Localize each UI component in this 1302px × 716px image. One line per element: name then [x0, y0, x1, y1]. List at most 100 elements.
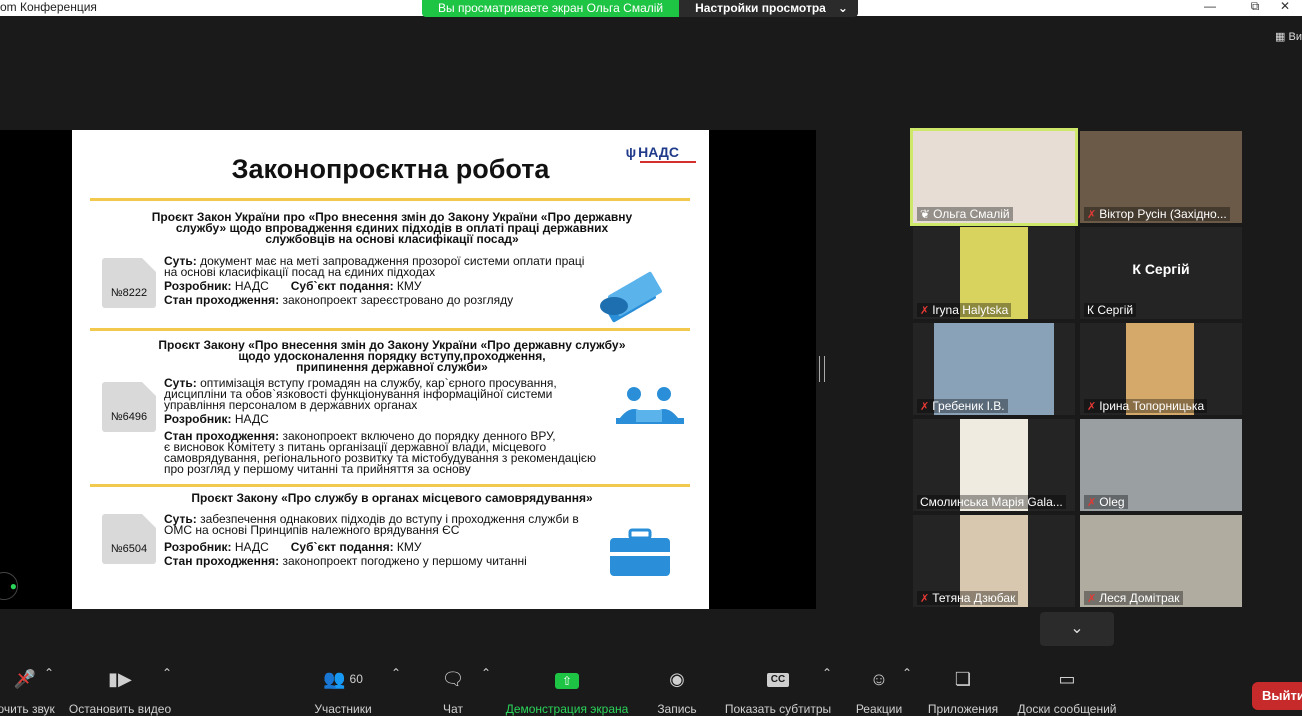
chat-label: Чат [443, 702, 463, 716]
status-text: законопроект зареєстровано до розгляду [282, 293, 514, 307]
participants-count: 60 [349, 672, 363, 686]
status-label: Стан проходження: [164, 293, 280, 307]
subject-label: Суб`єкт подання: [290, 540, 394, 554]
essence-text: управління персоналом в державних органа… [164, 398, 418, 412]
grid-icon: ▦ [1275, 31, 1286, 43]
participant-tile[interactable]: ✗ Oleg [1080, 419, 1242, 511]
video-options-chevron-icon[interactable]: ⌃ [162, 666, 172, 680]
participant-tile[interactable]: ✗ Iryna Halytska [913, 227, 1075, 319]
bill-number: №6504 [110, 543, 148, 555]
share-label: Демонстрация экрана [505, 702, 629, 716]
gallery-next-button[interactable]: ⌄ [1040, 612, 1114, 646]
participant-name-text: Тетяна Дзюбак [932, 591, 1016, 605]
project-details: Суть: забезпечення однакових підходів до… [164, 513, 669, 568]
briefcase-icon [610, 528, 670, 576]
project-details: Суть: документ має на меті запровадження… [164, 255, 584, 307]
participant-name: ✗ Леся Домітрак [1084, 591, 1183, 605]
developer-label: Розробник: [164, 540, 232, 554]
chevron-down-icon: ⌄ [1070, 620, 1084, 637]
chevron-down-icon: ⌄ [837, 1, 848, 15]
status-text: законопроект погоджено у першому читанні [282, 554, 527, 568]
chat-button[interactable]: 🗨 Чат [433, 666, 473, 716]
developer-value: НАДС [234, 540, 269, 554]
viewing-label: Вы просматриваете экран Ольга Смалій [422, 0, 680, 17]
whiteboard-icon: ▭ [1058, 669, 1076, 689]
video-camera-icon: ▮▶ [108, 669, 132, 689]
pin-icon: ❦ [920, 207, 931, 221]
record-label: Запись [657, 702, 697, 716]
share-screen-button[interactable]: ⇧ Демонстрация экрана [505, 666, 629, 716]
view-option-button[interactable]: ▦ Ви [1275, 30, 1302, 43]
record-button[interactable]: ◉ Запись [654, 666, 700, 716]
status-text: про розгляд у першому читанні та прийнят… [164, 462, 471, 476]
connection-icon[interactable]: ● [0, 572, 18, 600]
participant-name-text: Віктор Русін (Західно... [1099, 207, 1227, 221]
participants-icon: 👥 60 [323, 669, 363, 689]
restore-icon[interactable]: ⧉ [1240, 0, 1270, 16]
participant-name: К Сергій [1084, 303, 1137, 317]
participant-tile[interactable]: ✗ Ірина Топорницька [1080, 323, 1242, 415]
participants-button[interactable]: 👥 60 Участники [312, 666, 374, 716]
app-title: om Конференция [0, 0, 97, 14]
cc-label: CC [766, 673, 790, 688]
document-icon: №8222 [102, 258, 156, 308]
project-title: Проєкт Закону «Про службу в органах місц… [102, 491, 682, 505]
developer-label: Розробник: [164, 412, 232, 426]
participant-tile[interactable]: К Сергій К Сергій [1080, 227, 1242, 319]
leave-button[interactable]: Выйти [1252, 682, 1302, 710]
stop-video-button[interactable]: ▮▶ Остановить видео [68, 666, 172, 716]
subject-label: Суб`єкт подання: [290, 279, 394, 293]
shared-screen: ψ НАДС Законопроєктна робота Проєкт Закон… [0, 130, 816, 609]
slide-title: Законопроєктна робота [231, 154, 550, 184]
chat-options-chevron-icon[interactable]: ⌃ [481, 666, 491, 680]
divider [90, 328, 690, 331]
viewing-banner: Вы просматриваете экран Ольга Смалій Нас… [422, 0, 858, 17]
subtitles-options-chevron-icon[interactable]: ⌃ [822, 666, 832, 680]
resize-handle[interactable] [819, 356, 825, 382]
view-settings-button[interactable]: Настройки просмотра ⌄ [679, 0, 858, 17]
reactions-button[interactable]: ☺ Реакции [854, 666, 904, 716]
participants-options-chevron-icon[interactable]: ⌃ [391, 666, 401, 680]
whiteboard-button[interactable]: ▭ Доски сообщений [1016, 666, 1118, 716]
view-option-label: Ви [1288, 31, 1302, 43]
participant-tile[interactable]: ❦ Ольга Смалій [910, 128, 1078, 226]
status-label: Стан проходження: [164, 554, 280, 568]
subject-value: КМУ [396, 540, 422, 554]
smiley-icon: ☺ [869, 669, 889, 689]
participant-tile[interactable]: ✗ Тетяна Дзюбак [913, 515, 1075, 607]
audio-options-chevron-icon[interactable]: ⌃ [44, 666, 54, 680]
mic-muted-icon: ✗ [1087, 496, 1097, 509]
apps-icon: ❏ [954, 669, 972, 689]
mic-muted-icon: ✗ [920, 592, 930, 605]
participant-name: ✗ Гребеник І.В. [917, 399, 1008, 413]
participant-name: ✗ Тетяна Дзюбак [917, 591, 1019, 605]
participants-label: Участники [314, 702, 372, 716]
essence-text: на основі класифікації посад на єдиних п… [164, 265, 436, 279]
view-settings-label: Настройки просмотра [695, 1, 826, 15]
apps-button[interactable]: ❏ Приложения [926, 666, 1000, 716]
essence-text: ОМС на основі Принципів належного врядув… [164, 523, 460, 537]
close-icon[interactable]: ✕ [1270, 0, 1300, 16]
mic-muted-icon: ✗ [1087, 592, 1097, 605]
slide: ψ НАДС Законопроєктна робота Проєкт Закон… [72, 130, 709, 609]
subtitles-label: Показать субтитры [724, 702, 832, 716]
participant-name-text: Леся Домітрак [1099, 591, 1180, 605]
participant-tile[interactable]: ✗ Леся Домітрак [1080, 515, 1242, 607]
bill-number: №8222 [110, 287, 148, 299]
bill-number: №6496 [110, 411, 148, 423]
minimize-icon[interactable]: — [1195, 0, 1225, 16]
chat-icon: 🗨 [441, 669, 465, 689]
participant-name: ✗ Віктор Русін (Західно... [1084, 207, 1230, 221]
project-title: Проєкт Закон України про «Про внесення з… [102, 211, 682, 245]
participant-tile[interactable]: ✗ Віктор Русін (Західно... [1080, 131, 1242, 223]
mic-muted-icon: ✗ [1087, 208, 1097, 221]
show-subtitles-button[interactable]: CC Показать субтитры [724, 666, 832, 716]
subject-value: КМУ [396, 279, 422, 293]
money-icon [600, 271, 662, 323]
participant-tile[interactable]: ✗ Гребеник І.В. [913, 323, 1075, 415]
reactions-options-chevron-icon[interactable]: ⌃ [902, 666, 912, 680]
participant-tile[interactable]: Смолинська Марія Gala... [913, 419, 1075, 511]
record-icon: ◉ [669, 669, 685, 689]
participant-name-text: Смолинська Марія Gala... [920, 495, 1063, 509]
project-title-line: Проєкт Закону «Про службу в органах місц… [191, 491, 593, 505]
